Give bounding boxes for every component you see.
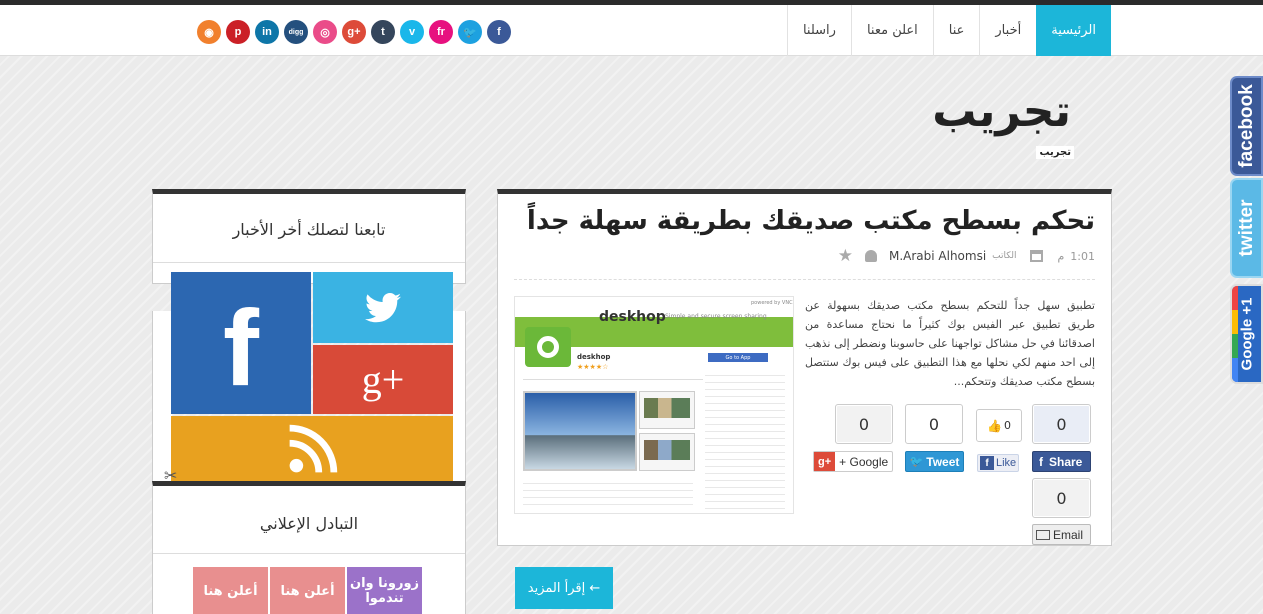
- nav-item-about[interactable]: عنا: [932, 5, 980, 56]
- twitter-icon[interactable]: 🐦: [458, 20, 482, 44]
- google-share-count: 0: [835, 404, 893, 444]
- twitter-tile[interactable]: [313, 272, 453, 343]
- side-facebook-tab[interactable]: facebook: [1230, 76, 1263, 176]
- email-share-count: 0: [1032, 478, 1091, 518]
- fb-like-button[interactable]: f Like: [977, 454, 1019, 472]
- google-plus-label: + Google: [839, 454, 889, 469]
- main-menu: الرئيسية أخبار عنا اعلن معنا راسلنا: [786, 5, 1111, 56]
- thumb-side-text: [705, 369, 785, 509]
- read-more-button[interactable]: إقرأ المزيد ←: [515, 567, 613, 609]
- rss-icon: [289, 424, 338, 473]
- author-label: الكاتب: [992, 251, 1017, 261]
- thumb-go-to-app-button: Go to App: [708, 353, 768, 362]
- thumb-app-logo: [525, 327, 571, 367]
- side-google-label: Google +1: [1238, 297, 1255, 371]
- breadcrumb[interactable]: تجريب: [1036, 146, 1074, 159]
- flickr-icon[interactable]: fr: [429, 20, 453, 44]
- envelope-icon: [1036, 529, 1050, 540]
- tweet-label: Tweet: [926, 454, 960, 469]
- post-time: 1:01: [1070, 249, 1095, 263]
- page-title: تجريب: [932, 86, 1071, 137]
- ad-slot-3[interactable]: زورونا وان تندموا: [347, 567, 422, 614]
- ad-slot-label: أعلن هنا: [280, 583, 335, 599]
- thumb-tagline: Simple and secure screen sharing: [665, 313, 767, 320]
- fb-like-count: 0: [1003, 419, 1011, 432]
- facebook-icon[interactable]: f: [487, 20, 511, 44]
- widget-divider: [153, 262, 465, 263]
- thumb-app-name: deskhop: [577, 353, 611, 361]
- nav-item-contact[interactable]: راسلنا: [786, 5, 851, 56]
- facebook-tile[interactable]: f: [171, 272, 311, 414]
- user-icon: [864, 250, 877, 262]
- article-title[interactable]: تحكم بسطح مكتب صديقك بطريقة سهلة جداً: [527, 206, 1095, 236]
- ad-slot-2[interactable]: أعلن هنا: [270, 567, 345, 614]
- thumb-body-text: [523, 477, 693, 509]
- thumb-small-preview-2: [639, 433, 695, 471]
- ad-slot-label: زورونا وان تندموا: [349, 576, 420, 606]
- thumb-divider: [523, 379, 703, 380]
- ad-widget-title: التبادل الإعلاني: [259, 514, 359, 533]
- fb-like-label: Like: [996, 457, 1017, 469]
- digg-icon[interactable]: digg: [284, 20, 308, 44]
- author-name[interactable]: M.Arabi Alhomsi: [889, 249, 986, 263]
- twitter-bird-icon: [365, 292, 401, 322]
- email-share-button[interactable]: Email: [1032, 524, 1091, 545]
- thumb-brand: deskhop: [599, 309, 666, 325]
- star-icon[interactable]: ★: [838, 246, 853, 266]
- fb-like-count-box: 👍 0: [976, 409, 1022, 442]
- vimeo-icon[interactable]: v: [400, 20, 424, 44]
- thumb-rating-stars: ★★★★☆: [577, 363, 609, 371]
- social-icons-row: ◉ p in digg ◎ g+ t v fr 🐦 f: [197, 20, 511, 44]
- ad-slot-1[interactable]: أعلن هنا: [193, 567, 268, 614]
- article-excerpt: تطبيق سهل جداً للتحكم بسطح مكتب صديقك بس…: [805, 299, 1095, 388]
- follow-us-widget: تابعنا لتصلك أخر الأخبار: [152, 189, 466, 284]
- twitter-bird-icon: 🐦: [909, 456, 924, 468]
- google-color-bar: [1232, 286, 1238, 382]
- nav-item-news[interactable]: أخبار: [979, 5, 1036, 56]
- rss-icon[interactable]: ◉: [197, 20, 221, 44]
- facebook-icon: f: [980, 456, 994, 470]
- side-facebook-label: facebook: [1235, 84, 1257, 168]
- google-plus-icon: g+: [361, 357, 405, 402]
- thumb-desktop-preview: [523, 391, 637, 471]
- google-plus-icon[interactable]: g+: [342, 20, 366, 44]
- top-navigation-bar: الرئيسية أخبار عنا اعلن معنا راسلنا ◉ p in…: [0, 5, 1263, 56]
- widget-body-edge-right: [453, 311, 466, 481]
- dribbble-icon[interactable]: ◎: [313, 20, 337, 44]
- side-google-plus-one-tab[interactable]: Google +1: [1230, 284, 1263, 384]
- ad-slot-label: أعلن هنا: [203, 583, 258, 599]
- pinterest-icon[interactable]: p: [226, 20, 250, 44]
- fb-share-count: 0: [1032, 404, 1091, 444]
- tumblr-icon[interactable]: t: [371, 20, 395, 44]
- article-thumbnail[interactable]: deskhop Simple and secure screen sharing…: [514, 296, 794, 514]
- thumb-powered: powered by VNC: [751, 300, 793, 306]
- tweet-count: 0: [905, 404, 963, 444]
- tweet-button[interactable]: 🐦 Tweet: [905, 451, 964, 472]
- rss-tile[interactable]: [171, 416, 453, 484]
- calendar-icon: [1030, 250, 1044, 262]
- google-plus-tile[interactable]: g+: [313, 345, 453, 414]
- fb-share-label: Share: [1049, 454, 1083, 469]
- thumb-small-preview-1: [639, 391, 695, 429]
- article-card: تحكم بسطح مكتب صديقك بطريقة سهلة جداً 1:…: [497, 189, 1112, 546]
- facebook-icon: f: [223, 287, 259, 408]
- google-plus-share-button[interactable]: g+ + Google: [813, 451, 893, 472]
- nav-item-advertise[interactable]: اعلن معنا: [850, 5, 933, 56]
- linkedin-icon[interactable]: in: [255, 20, 279, 44]
- article-meta: 1:01 م الكاتب M.Arabi Alhomsi ★: [838, 246, 1095, 266]
- google-plus-icon: g+: [814, 452, 836, 471]
- email-label: Email: [1053, 527, 1084, 542]
- side-twitter-label: twitter: [1235, 199, 1257, 257]
- thumbs-up-icon: 👍: [987, 418, 1002, 433]
- widget-body-edge: [152, 311, 172, 481]
- fb-share-button[interactable]: f Share: [1032, 451, 1091, 472]
- nav-item-home[interactable]: الرئيسية: [1036, 5, 1111, 56]
- facebook-share-icon: f: [1039, 454, 1043, 469]
- post-time-suffix: م: [1057, 249, 1065, 263]
- widget-divider: [153, 553, 465, 554]
- meta-divider: [514, 279, 1095, 280]
- side-twitter-tab[interactable]: twitter: [1230, 178, 1263, 278]
- follow-widget-title: تابعنا لتصلك أخر الأخبار: [232, 220, 386, 239]
